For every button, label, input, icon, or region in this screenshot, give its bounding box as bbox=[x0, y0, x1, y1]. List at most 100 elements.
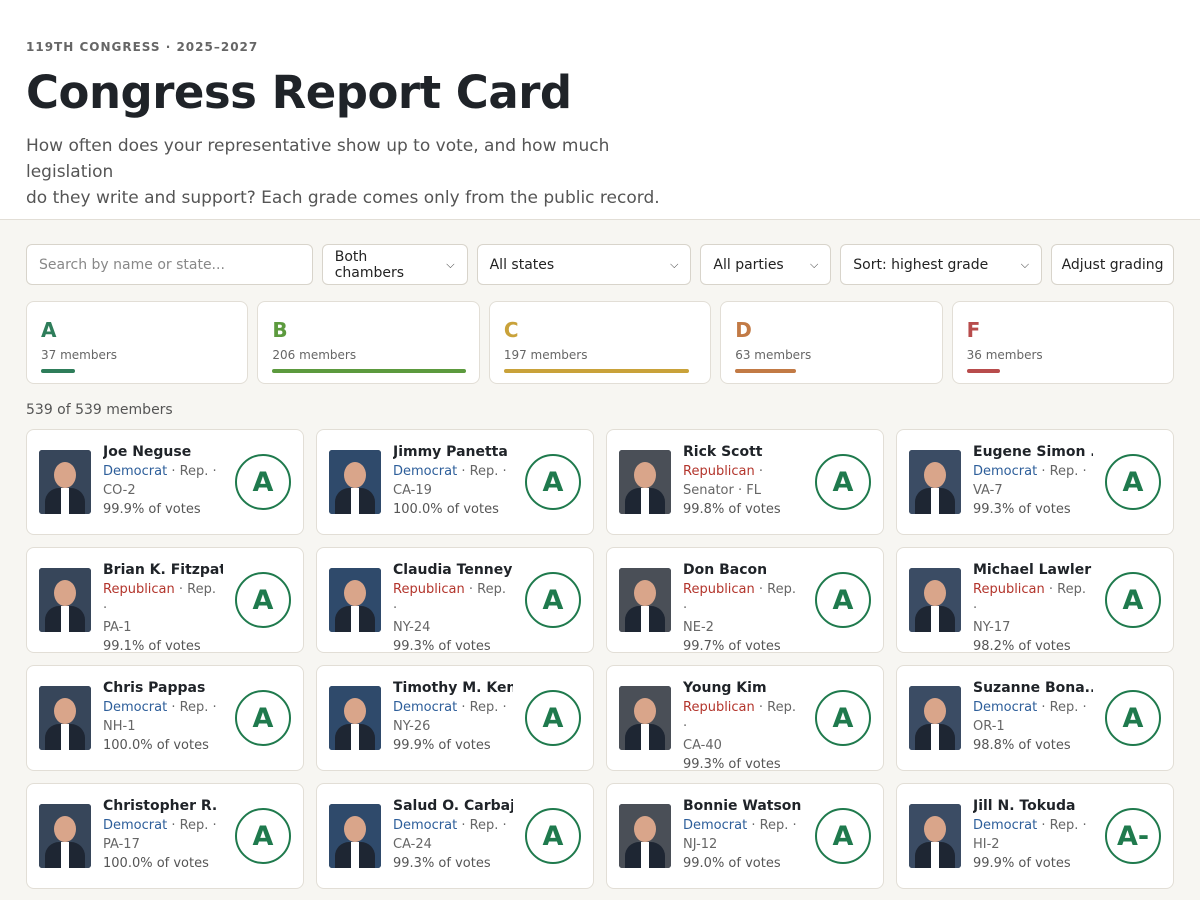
chamber-select-value: Both chambers bbox=[334, 248, 405, 281]
member-role: · bbox=[754, 464, 764, 479]
member-photo bbox=[329, 450, 381, 514]
member-card[interactable]: Suzanne Bona... Democrat · Rep. · OR-1 98.8… bbox=[896, 665, 1174, 771]
chevron-down-icon: ⌵ bbox=[670, 257, 679, 271]
member-party: Democrat bbox=[683, 818, 748, 833]
member-name: Jimmy Panetta bbox=[393, 444, 508, 460]
chevron-down-icon: ⌵ bbox=[809, 257, 819, 271]
member-photo bbox=[39, 804, 91, 868]
grade-card-b[interactable]: B 206 members bbox=[257, 301, 480, 384]
member-card[interactable]: Claudia Tenney Republican · Rep. · NY-24 99… bbox=[316, 547, 594, 654]
member-vote-rate: 99.3% of votes bbox=[683, 757, 781, 772]
member-party: Democrat bbox=[973, 818, 1038, 833]
grade-card-d[interactable]: D 63 members bbox=[720, 301, 943, 384]
member-card[interactable]: Jill N. Tokuda Democrat · Rep. · HI-2 99.9%… bbox=[896, 783, 1174, 889]
sort-select[interactable]: Sort: highest grade ⌵ bbox=[840, 244, 1043, 285]
member-info: Christopher R. ... Democrat · Rep. · PA-17… bbox=[103, 798, 223, 873]
member-name: Rick Scott bbox=[683, 444, 763, 460]
adjust-grading-button[interactable]: Adjust grading bbox=[1051, 244, 1174, 285]
member-role: · Rep. · bbox=[1037, 464, 1087, 479]
result-count: 539 of 539 members bbox=[26, 402, 173, 418]
grade-distribution: A 37 members B 206 members C 197 members D 63 m… bbox=[26, 301, 1175, 384]
member-grade-badge: A bbox=[235, 454, 291, 510]
member-party: Democrat bbox=[393, 464, 458, 479]
member-district: NH-1 bbox=[103, 719, 136, 734]
member-info: Suzanne Bona... Democrat · Rep. · OR-1 98.8… bbox=[973, 680, 1093, 755]
member-role: · Rep. · bbox=[1037, 818, 1087, 833]
member-role: · Rep. · bbox=[167, 818, 217, 833]
member-card[interactable]: Chris Pappas Democrat · Rep. · NH-1 100.0% … bbox=[26, 665, 304, 771]
member-grade-badge: A bbox=[525, 572, 581, 628]
member-info: Don Bacon Republican · Rep. · NE-2 99.7% of… bbox=[683, 562, 803, 656]
subtitle-line-2: do they write and support? Each grade co… bbox=[26, 188, 660, 208]
member-info: Eugene Simon ... Democrat · Rep. · VA-7 99.… bbox=[973, 444, 1093, 519]
member-card[interactable]: Brian K. Fitzpat...Republican · Rep. ·PA… bbox=[26, 547, 304, 656]
member-card[interactable]: Christopher R. ... Democrat · Rep. · PA-17… bbox=[26, 783, 304, 889]
member-card[interactable]: Jimmy Panetta Democrat · Rep. · CA-19 100.0… bbox=[316, 429, 594, 535]
grade-letter: B bbox=[272, 318, 288, 342]
grade-share-bar bbox=[735, 369, 797, 373]
member-photo bbox=[619, 686, 671, 750]
member-party: Republican bbox=[973, 582, 1045, 597]
member-card[interactable]: Young Kim Republican · Rep. · CA-40 99.3% o… bbox=[606, 665, 884, 774]
member-info: Bonnie Watson ... Democrat · Rep. · NJ-12 9… bbox=[683, 798, 803, 873]
member-meta: Republican · Rep. · PA-1 99.1% of votes bbox=[103, 580, 223, 656]
member-card[interactable]: Eugene Simon ... Democrat · Rep. · VA-7 99.… bbox=[896, 429, 1174, 535]
member-party: Republican bbox=[683, 464, 755, 479]
member-photo bbox=[909, 686, 961, 750]
chamber-select[interactable]: Both chambers ⌵ bbox=[321, 244, 468, 285]
member-vote-rate: 99.8% of votes bbox=[683, 502, 781, 517]
member-meta: Republican · Rep. · CA-40 99.3% of votes bbox=[683, 698, 803, 774]
member-card[interactable]: Bonnie Watson ... Democrat · Rep. · NJ-12 9… bbox=[606, 783, 884, 889]
member-meta: Democrat · Rep. · NH-1 100.0% of votes bbox=[103, 698, 223, 755]
member-card[interactable]: Joe Neguse Democrat · Rep. · CO-2 99.9% of … bbox=[26, 429, 304, 535]
member-name: Brian K. Fitzpat... bbox=[103, 562, 223, 578]
member-info: Rick Scott Republican · Senator · FL 99.8% … bbox=[683, 444, 803, 519]
member-district: HI-2 bbox=[973, 837, 1000, 852]
grade-card-c[interactable]: C 197 members bbox=[488, 301, 712, 384]
member-card[interactable]: Rick Scott Republican · Senator · FL 99.8% … bbox=[606, 429, 884, 535]
member-photo bbox=[39, 450, 91, 514]
member-party: Democrat bbox=[103, 700, 168, 715]
member-card[interactable]: Michael Lawler Republican · Rep. · NY-17 98… bbox=[896, 547, 1174, 656]
member-grade-badge: A bbox=[235, 808, 291, 864]
member-card[interactable]: Timothy M. Ken... Democrat · Rep. · NY-26 9… bbox=[316, 665, 594, 771]
member-district: NJ-12 bbox=[683, 837, 718, 852]
member-vote-rate: 99.1% of votes bbox=[103, 639, 201, 654]
member-name: Young Kim bbox=[683, 680, 767, 696]
member-party: Democrat bbox=[973, 700, 1038, 715]
member-name: Jill N. Tokuda bbox=[973, 798, 1076, 814]
member-grade-badge: A- bbox=[1105, 808, 1161, 864]
member-grade-badge: A bbox=[1105, 454, 1161, 510]
party-select-value: All parties bbox=[713, 256, 784, 273]
member-photo bbox=[39, 568, 91, 632]
member-info: Chris Pappas Democrat · Rep. · NH-1 100.0% … bbox=[103, 680, 223, 755]
member-district: CA-40 bbox=[683, 738, 722, 753]
adjust-grading-label: Adjust grading bbox=[1061, 256, 1164, 273]
member-info: Brian K. Fitzpat...Republican · Rep. ·PA… bbox=[103, 562, 223, 656]
member-photo bbox=[329, 804, 381, 868]
member-photo bbox=[909, 804, 961, 868]
member-party: Democrat bbox=[393, 818, 458, 833]
member-role: · Rep. · bbox=[167, 464, 217, 479]
member-info: Timothy M. Ken... Democrat · Rep. · NY-26 9… bbox=[393, 680, 513, 755]
member-card[interactable]: Salud O. Carbajal Democrat · Rep. · CA-24 9… bbox=[316, 783, 594, 889]
member-vote-rate: 98.8% of votes bbox=[973, 738, 1071, 753]
member-meta: Republican · Rep. · NY-17 98.2% of votes bbox=[973, 580, 1093, 656]
grade-card-f[interactable]: F 36 members bbox=[951, 301, 1175, 384]
grade-member-count: 197 members bbox=[503, 348, 588, 362]
member-meta: Democrat · Rep. · OR-1 98.8% of votes bbox=[973, 698, 1093, 755]
member-meta: Democrat · Rep. · VA-7 99.3% of votes bbox=[973, 462, 1093, 519]
member-photo bbox=[909, 568, 961, 632]
member-district: CA-19 bbox=[393, 483, 432, 498]
state-select[interactable]: All states ⌵ bbox=[476, 244, 692, 285]
grade-share-bar bbox=[272, 369, 466, 373]
party-select[interactable]: All parties ⌵ bbox=[700, 244, 832, 285]
search-input[interactable]: Search by name or state... bbox=[26, 244, 313, 285]
member-card[interactable]: Don Bacon Republican · Rep. · NE-2 99.7% of… bbox=[606, 547, 884, 656]
member-district: PA-1 bbox=[103, 620, 132, 635]
member-meta: Republican · Senator · FL 99.8% of votes bbox=[683, 462, 803, 519]
member-grade-badge: A bbox=[1105, 572, 1161, 628]
member-vote-rate: 99.9% of votes bbox=[103, 502, 201, 517]
member-info: Michael Lawler Republican · Rep. · NY-17 98… bbox=[973, 562, 1093, 656]
grade-card-a[interactable]: A 37 members bbox=[26, 301, 249, 384]
